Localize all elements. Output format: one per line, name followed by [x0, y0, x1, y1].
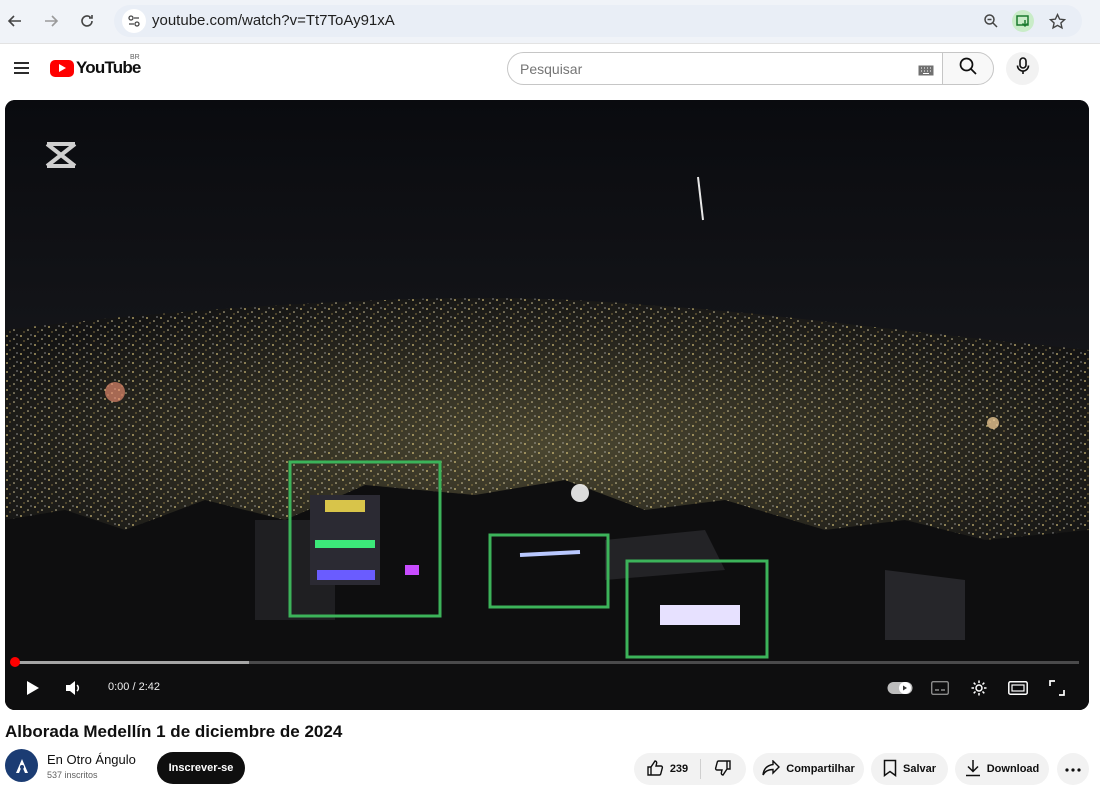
progress-bar[interactable] [15, 661, 1079, 664]
browser-toolbar: youtube.com/watch?v=Tt7ToAy91xA [0, 0, 1100, 44]
back-icon[interactable] [4, 10, 26, 32]
search-icon [958, 56, 978, 81]
thumbs-up-icon [646, 759, 664, 780]
search-input[interactable] [520, 61, 900, 77]
subscriber-count: 537 inscritos [47, 770, 98, 780]
download-button[interactable]: Download [955, 753, 1049, 785]
address-bar[interactable]: youtube.com/watch?v=Tt7ToAy91xA [114, 5, 1082, 37]
more-actions-button[interactable] [1057, 753, 1089, 785]
reload-icon[interactable] [76, 10, 98, 32]
download-icon [965, 759, 981, 780]
autoplay-toggle-icon[interactable] [887, 677, 913, 699]
bookmark-icon [883, 759, 897, 780]
voice-search-button[interactable] [1006, 52, 1039, 85]
country-code: BR [130, 54, 140, 61]
bookmark-star-icon[interactable] [1046, 10, 1068, 32]
channel-avatar[interactable] [5, 749, 38, 782]
zoom-icon[interactable] [980, 10, 1002, 32]
channel-logo-icon [15, 758, 28, 773]
channel-name[interactable]: En Otro Ángulo [47, 752, 136, 767]
keyboard-icon[interactable] [918, 63, 934, 81]
save-button[interactable]: Salvar [871, 753, 948, 785]
like-button[interactable]: 239 [634, 759, 700, 780]
thumbs-down-icon [714, 759, 732, 780]
buffered-progress [15, 661, 250, 664]
youtube-logo[interactable]: YouTube BR [50, 54, 141, 78]
search-button[interactable] [942, 52, 994, 85]
site-info-icon[interactable] [122, 9, 146, 33]
theater-mode-icon[interactable] [1006, 677, 1030, 699]
scrubber-handle[interactable] [10, 657, 20, 667]
share-button[interactable]: Compartilhar [753, 753, 864, 785]
video-title: Alborada Medellín 1 de diciembre de 2024 [5, 722, 343, 741]
like-dislike-group: 239 [634, 753, 746, 785]
install-app-icon[interactable] [1012, 10, 1034, 32]
menu-icon[interactable] [12, 58, 32, 78]
share-icon [762, 758, 781, 779]
video-frame [5, 100, 1089, 710]
mic-icon [1015, 57, 1031, 80]
play-icon[interactable] [23, 677, 43, 699]
logo-text: YouTube [76, 58, 141, 77]
fullscreen-icon[interactable] [1046, 677, 1068, 699]
share-label: Compartilhar [786, 763, 855, 775]
download-label: Download [986, 763, 1040, 775]
settings-icon[interactable] [968, 677, 990, 699]
url-text[interactable]: youtube.com/watch?v=Tt7ToAy91xA [152, 12, 395, 29]
youtube-play-logo-icon [50, 59, 74, 77]
youtube-header: YouTube BR [0, 44, 1100, 100]
save-label: Salvar [902, 763, 937, 775]
like-count: 239 [669, 763, 689, 775]
more-horizontal-icon [1065, 763, 1081, 775]
forward-icon[interactable] [40, 10, 62, 32]
video-player[interactable]: 0:00 / 2:42 [5, 100, 1089, 710]
time-display: 0:00 / 2:42 [108, 681, 160, 693]
volume-icon[interactable] [63, 677, 85, 699]
subscribe-button[interactable]: Inscrever-se [157, 752, 245, 784]
dislike-button[interactable] [701, 759, 745, 780]
search-box[interactable] [507, 52, 943, 85]
subtitles-icon[interactable] [930, 677, 950, 699]
